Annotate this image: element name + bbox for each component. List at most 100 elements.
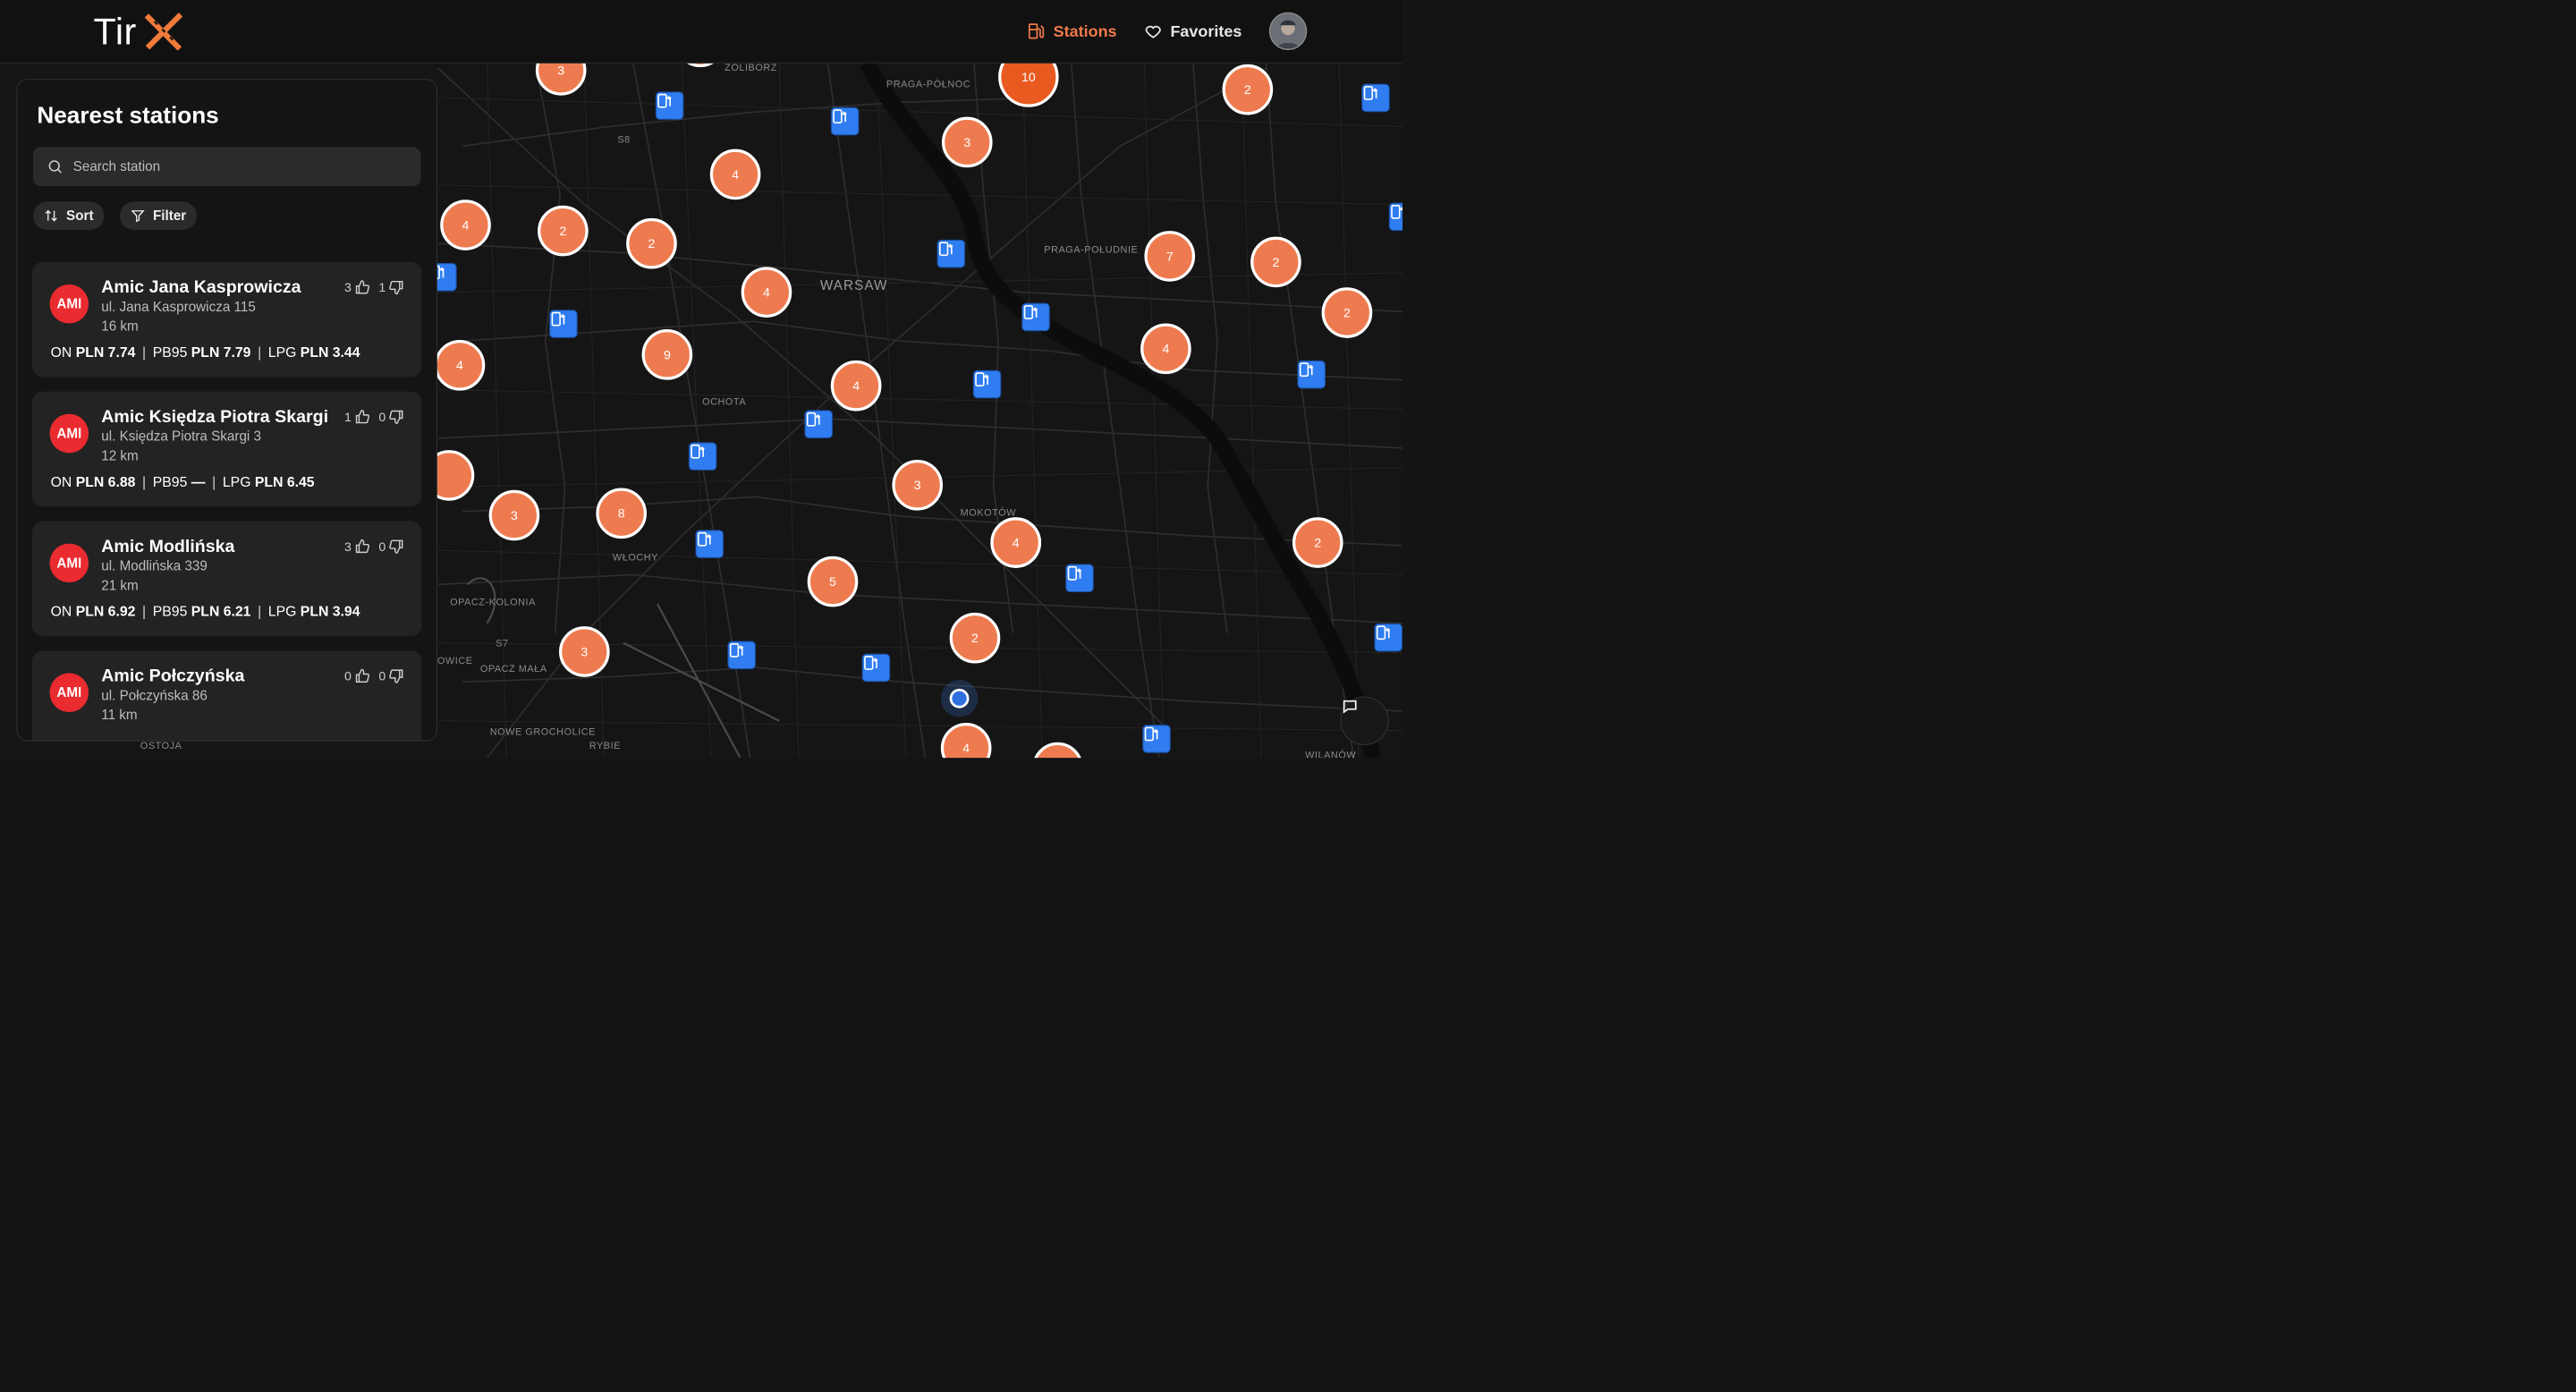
fuel-station-marker[interactable] <box>1065 564 1094 593</box>
cluster-marker[interactable]: 4 <box>434 340 486 391</box>
fuel-station-marker[interactable] <box>830 106 860 136</box>
fuel-price: PLN 7.74 <box>75 344 136 361</box>
map-label: OWICE <box>436 655 473 666</box>
logo[interactable]: Tir <box>94 10 185 54</box>
cluster-marker[interactable]: 2 <box>1292 517 1343 568</box>
nav-favorites[interactable]: Favorites <box>1144 21 1241 40</box>
cluster-marker[interactable]: 4 <box>440 199 491 250</box>
cluster-marker[interactable]: 4 <box>709 149 761 200</box>
cluster-marker[interactable]: 3 <box>892 459 944 511</box>
station-name: Amic Modlińska <box>101 535 235 556</box>
fuel-station-marker[interactable] <box>804 410 833 438</box>
map-label: ŻOLIBORZ <box>724 62 777 73</box>
fuel-price: PLN 6.92 <box>75 604 136 620</box>
cluster-marker[interactable]: 3 <box>559 626 610 677</box>
fuel-type: PB95 <box>152 604 188 620</box>
cluster-marker[interactable]: 2 <box>949 612 1001 664</box>
nav-stations-label: Stations <box>1053 21 1117 40</box>
map-label: MOKOTÓW <box>960 507 1017 519</box>
fuel-price: PLN 3.94 <box>300 604 360 620</box>
map-label: OPACZ-KOLONIA <box>450 597 536 608</box>
panel-title: Nearest stations <box>37 102 219 129</box>
dislikes-count: 0 <box>378 409 386 424</box>
cluster-marker[interactable]: 3 <box>941 116 993 168</box>
votes: 3 1 <box>344 280 404 295</box>
chat-button[interactable] <box>1340 696 1389 745</box>
station-address: ul. Jana Kasprowicza 115 <box>101 299 256 315</box>
station-address: ul. Modlińska 339 <box>101 557 208 573</box>
cluster-marker[interactable]: 2 <box>626 217 677 269</box>
thumbs-down-icon[interactable] <box>388 539 403 554</box>
likes-count: 0 <box>343 668 352 683</box>
station-address: ul. Połczyńska 86 <box>101 687 208 703</box>
search-box[interactable] <box>33 147 421 186</box>
thumbs-up-icon[interactable] <box>354 539 369 554</box>
cluster-marker[interactable]: 4 <box>1140 323 1191 375</box>
map-label: OCHOTA <box>702 396 747 408</box>
fuel-price: PLN 6.45 <box>254 474 315 490</box>
map-label: RYBIE <box>589 740 621 751</box>
fuel-type: ON <box>50 474 72 490</box>
map-label: WILANÓW <box>1305 750 1357 759</box>
station-card[interactable]: AMI Amic Księdza Piotra Skargi ul. Księd… <box>31 391 422 507</box>
station-distance: 11 km <box>101 707 138 723</box>
cluster-marker[interactable]: 4 <box>741 267 792 318</box>
cluster-marker[interactable]: 2 <box>1222 64 1274 115</box>
cluster-marker[interactable]: 5 <box>807 556 859 607</box>
station-distance: 16 km <box>101 318 139 334</box>
fuel-station-marker[interactable] <box>655 91 684 120</box>
cluster-marker[interactable]: 4 <box>830 360 882 412</box>
avatar[interactable] <box>1268 12 1308 51</box>
sort-button[interactable]: Sort <box>33 201 105 230</box>
fuel-station-marker[interactable] <box>972 369 1002 399</box>
fuel-station-marker[interactable] <box>1374 623 1402 652</box>
votes: 1 0 <box>344 409 404 425</box>
fuel-price: PLN 6.21 <box>191 604 251 620</box>
fuel-station-marker[interactable] <box>549 310 578 338</box>
nav-stations[interactable]: Stations <box>1027 21 1117 40</box>
fuel-station-marker[interactable] <box>1142 725 1171 753</box>
search-input[interactable] <box>72 157 386 175</box>
station-card[interactable]: AMI Amic Połczyńska ul. Połczyńska 86 11… <box>31 650 422 741</box>
cluster-marker[interactable]: 7 <box>1144 231 1196 282</box>
dislikes-count: 0 <box>378 668 386 683</box>
fuel-station-marker[interactable] <box>1361 83 1390 113</box>
dislikes-count: 1 <box>378 279 386 295</box>
fuel-station-marker[interactable] <box>1388 202 1402 232</box>
fuel-station-marker[interactable] <box>1297 360 1326 389</box>
cluster-marker[interactable]: 9 <box>641 329 693 380</box>
thumbs-up-icon[interactable] <box>354 668 369 683</box>
thumbs-down-icon[interactable] <box>388 409 403 425</box>
fuel-station-marker[interactable] <box>936 239 966 268</box>
thumbs-down-icon[interactable] <box>388 280 403 295</box>
map-label: S7 <box>496 638 509 649</box>
thumbs-up-icon[interactable] <box>354 409 369 424</box>
filter-button[interactable]: Filter <box>119 201 198 230</box>
sort-icon <box>45 209 57 222</box>
thumbs-down-icon[interactable] <box>388 668 403 683</box>
fuel-type: ON <box>50 604 72 620</box>
station-name: Amic Połczyńska <box>101 665 245 686</box>
fuel-type: LPG <box>267 344 297 361</box>
cluster-marker[interactable]: 3 <box>488 489 540 541</box>
cluster-marker[interactable]: 2 <box>538 205 589 257</box>
station-name: Amic Jana Kasprowicza <box>101 276 301 297</box>
station-distance: 21 km <box>101 577 139 593</box>
fuel-station-marker[interactable] <box>1021 302 1050 332</box>
cluster-marker[interactable]: 2 <box>1250 236 1301 288</box>
thumbs-up-icon[interactable] <box>354 280 369 295</box>
main-nav: Stations Favorites <box>1027 0 1402 63</box>
fuel-station-marker[interactable] <box>688 442 717 471</box>
cluster-marker[interactable]: 8 <box>596 488 648 539</box>
map-label: PRAGA-PÓŁNOC <box>886 79 971 90</box>
station-card[interactable]: AMI Amic Modlińska ul. Modlińska 339 21 … <box>31 521 422 637</box>
fuel-price: — <box>191 474 206 490</box>
fuel-station-marker[interactable] <box>861 653 891 683</box>
likes-count: 3 <box>343 539 352 554</box>
fuel-station-marker[interactable] <box>727 641 756 670</box>
cluster-marker[interactable]: 2 <box>1321 287 1373 338</box>
fuel-station-marker[interactable] <box>695 530 724 558</box>
station-card[interactable]: AMI Amic Jana Kasprowicza ul. Jana Kaspr… <box>31 261 422 378</box>
cluster-marker[interactable]: 4 <box>990 517 1042 568</box>
fuel-pump-icon <box>1028 23 1045 39</box>
